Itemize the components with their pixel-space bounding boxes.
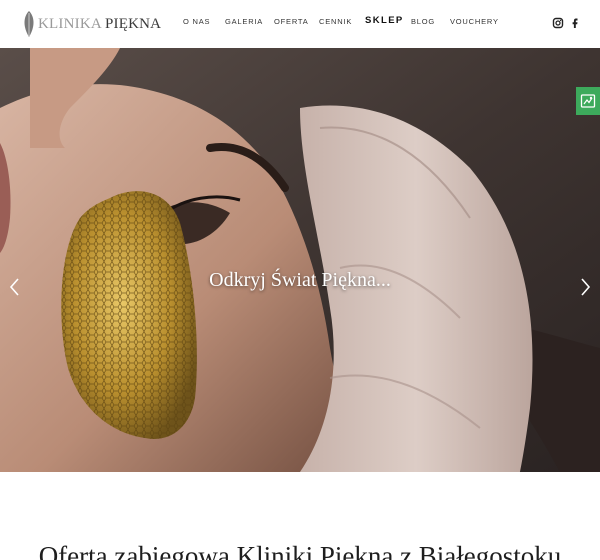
hero-slider[interactable]: Odkryj Świat Piękna... <box>0 48 600 472</box>
nav-item-o-nas[interactable]: O NAS <box>183 17 210 26</box>
facebook-icon[interactable] <box>571 15 579 31</box>
nav-item-oferta[interactable]: OFERTA <box>274 17 309 26</box>
nav-item-vouchery[interactable]: VOUCHERY <box>450 17 499 26</box>
chevron-left-icon[interactable] <box>8 277 22 297</box>
map-icon <box>580 94 596 108</box>
nav-item-blog[interactable]: BLOG <box>411 17 435 26</box>
instagram-icon[interactable] <box>552 15 564 31</box>
site-header: KLINIKA PIĘKNA O NAS GALERIA OFERTA CENN… <box>0 0 600 48</box>
nav-item-sklep[interactable]: SKLEP <box>365 15 404 26</box>
hero-caption: Odkryj Świat Piękna... <box>209 269 391 291</box>
hero-image <box>0 48 600 472</box>
main-nav: O NAS GALERIA OFERTA CENNIK SKLEP BLOG V… <box>0 0 600 48</box>
section-title: Oferta zabiegowa Kliniki Piękna z Białeg… <box>38 541 562 560</box>
nav-item-galeria[interactable]: GALERIA <box>225 17 263 26</box>
map-badge[interactable] <box>576 87 600 115</box>
chevron-right-icon[interactable] <box>578 277 592 297</box>
nav-item-cennik[interactable]: CENNIK <box>319 17 352 26</box>
